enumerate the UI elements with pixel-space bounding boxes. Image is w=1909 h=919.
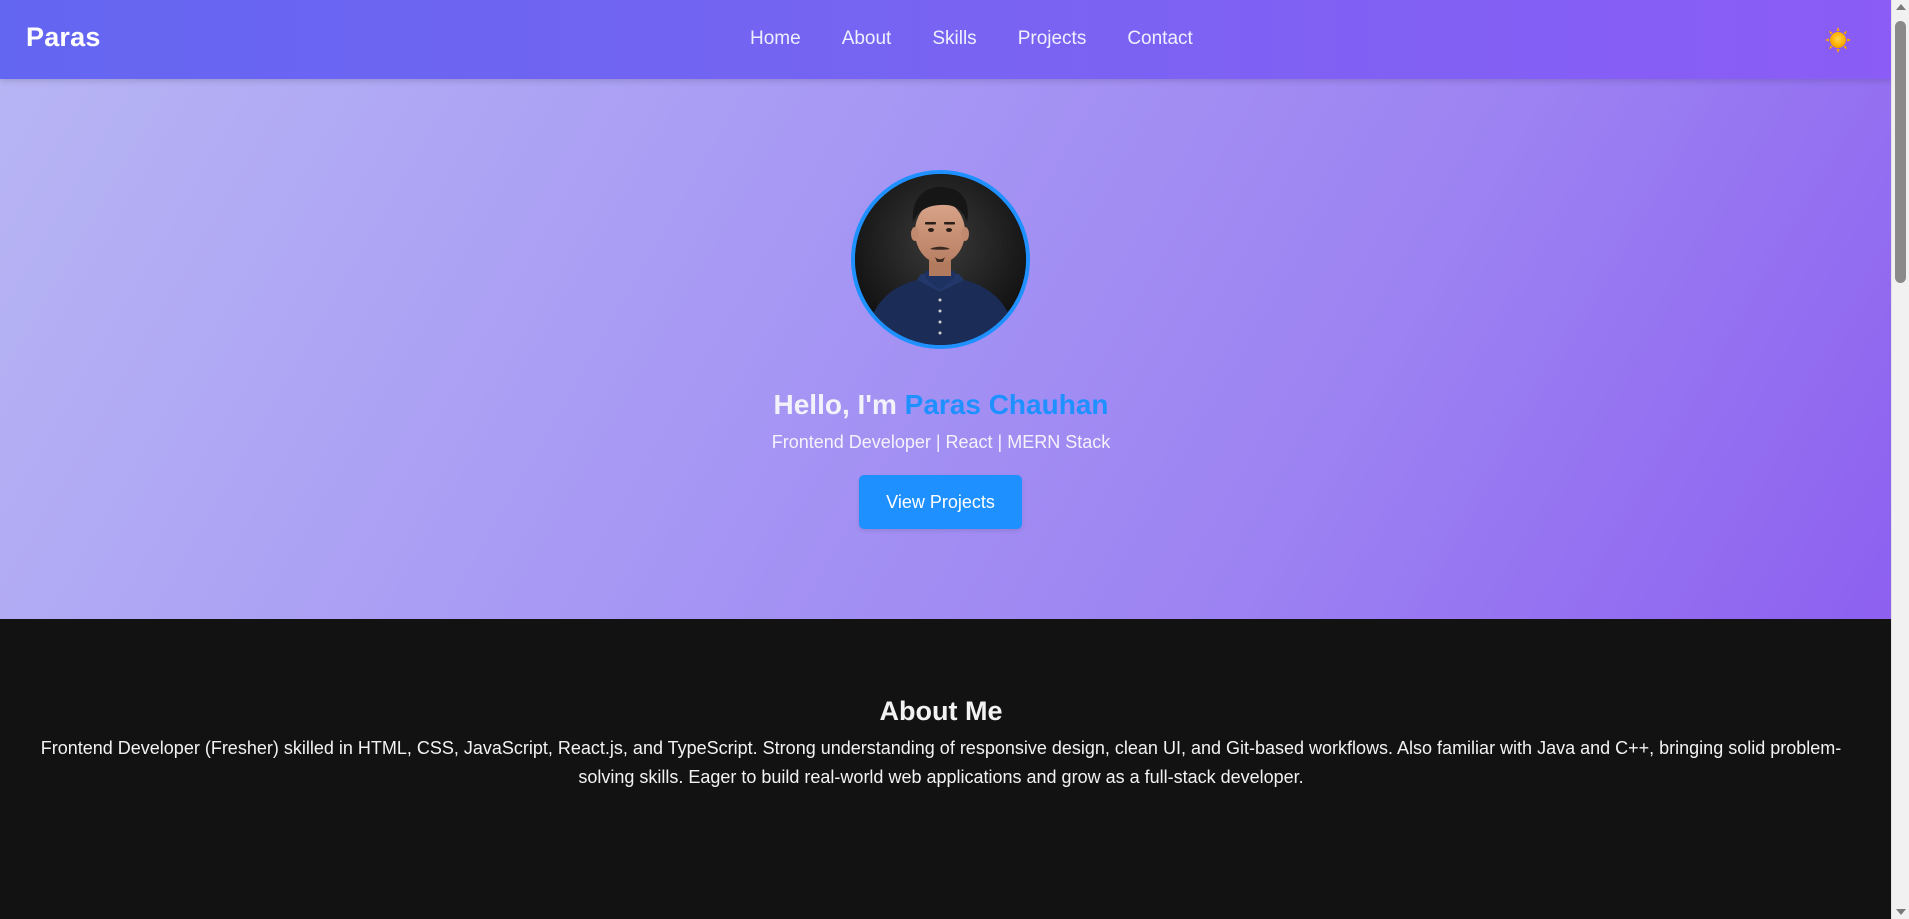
brand-logo[interactable]: Paras — [26, 22, 101, 53]
nav-link-projects[interactable]: Projects — [1018, 28, 1087, 50]
theme-toggle-button[interactable] — [1825, 27, 1851, 53]
about-text: Frontend Developer (Fresher) skilled in … — [40, 738, 1842, 787]
nav-link-about[interactable]: About — [842, 28, 892, 50]
navbar: Paras Home About Skills Projects Contact — [0, 0, 1891, 79]
scrollbar-thumb[interactable] — [1895, 21, 1906, 283]
about-section: About Me Frontend Developer (Fresher) sk… — [0, 619, 1891, 919]
vertical-scrollbar[interactable] — [1891, 0, 1909, 919]
main-content: Paras Home About Skills Projects Contact — [0, 0, 1891, 919]
sun-icon — [1825, 27, 1851, 53]
nav-link-skills[interactable]: Skills — [932, 28, 976, 50]
about-title: About Me — [879, 696, 1003, 726]
hero-title: Hello, I'm Paras Chauhan — [0, 389, 1882, 421]
nav-link-contact[interactable]: Contact — [1127, 28, 1192, 50]
page: Paras Home About Skills Projects Contact — [0, 0, 1909, 919]
nav-link-home[interactable]: Home — [750, 28, 801, 50]
hero-name: Paras Chauhan — [904, 389, 1109, 420]
scroll-down-arrow-icon[interactable] — [1896, 909, 1906, 915]
hero-section: Hello, I'm Paras Chauhan Frontend Develo… — [0, 79, 1891, 619]
avatar — [851, 170, 1030, 349]
hero-greeting: Hello, I'm — [773, 389, 905, 420]
nav-links: Home About Skills Projects Contact — [750, 28, 1234, 50]
scroll-up-arrow-icon[interactable] — [1896, 4, 1906, 10]
hero-subtitle: Frontend Developer | React | MERN Stack — [771, 432, 1111, 452]
view-projects-button[interactable]: View Projects — [859, 475, 1022, 529]
profile-photo — [855, 174, 1026, 345]
